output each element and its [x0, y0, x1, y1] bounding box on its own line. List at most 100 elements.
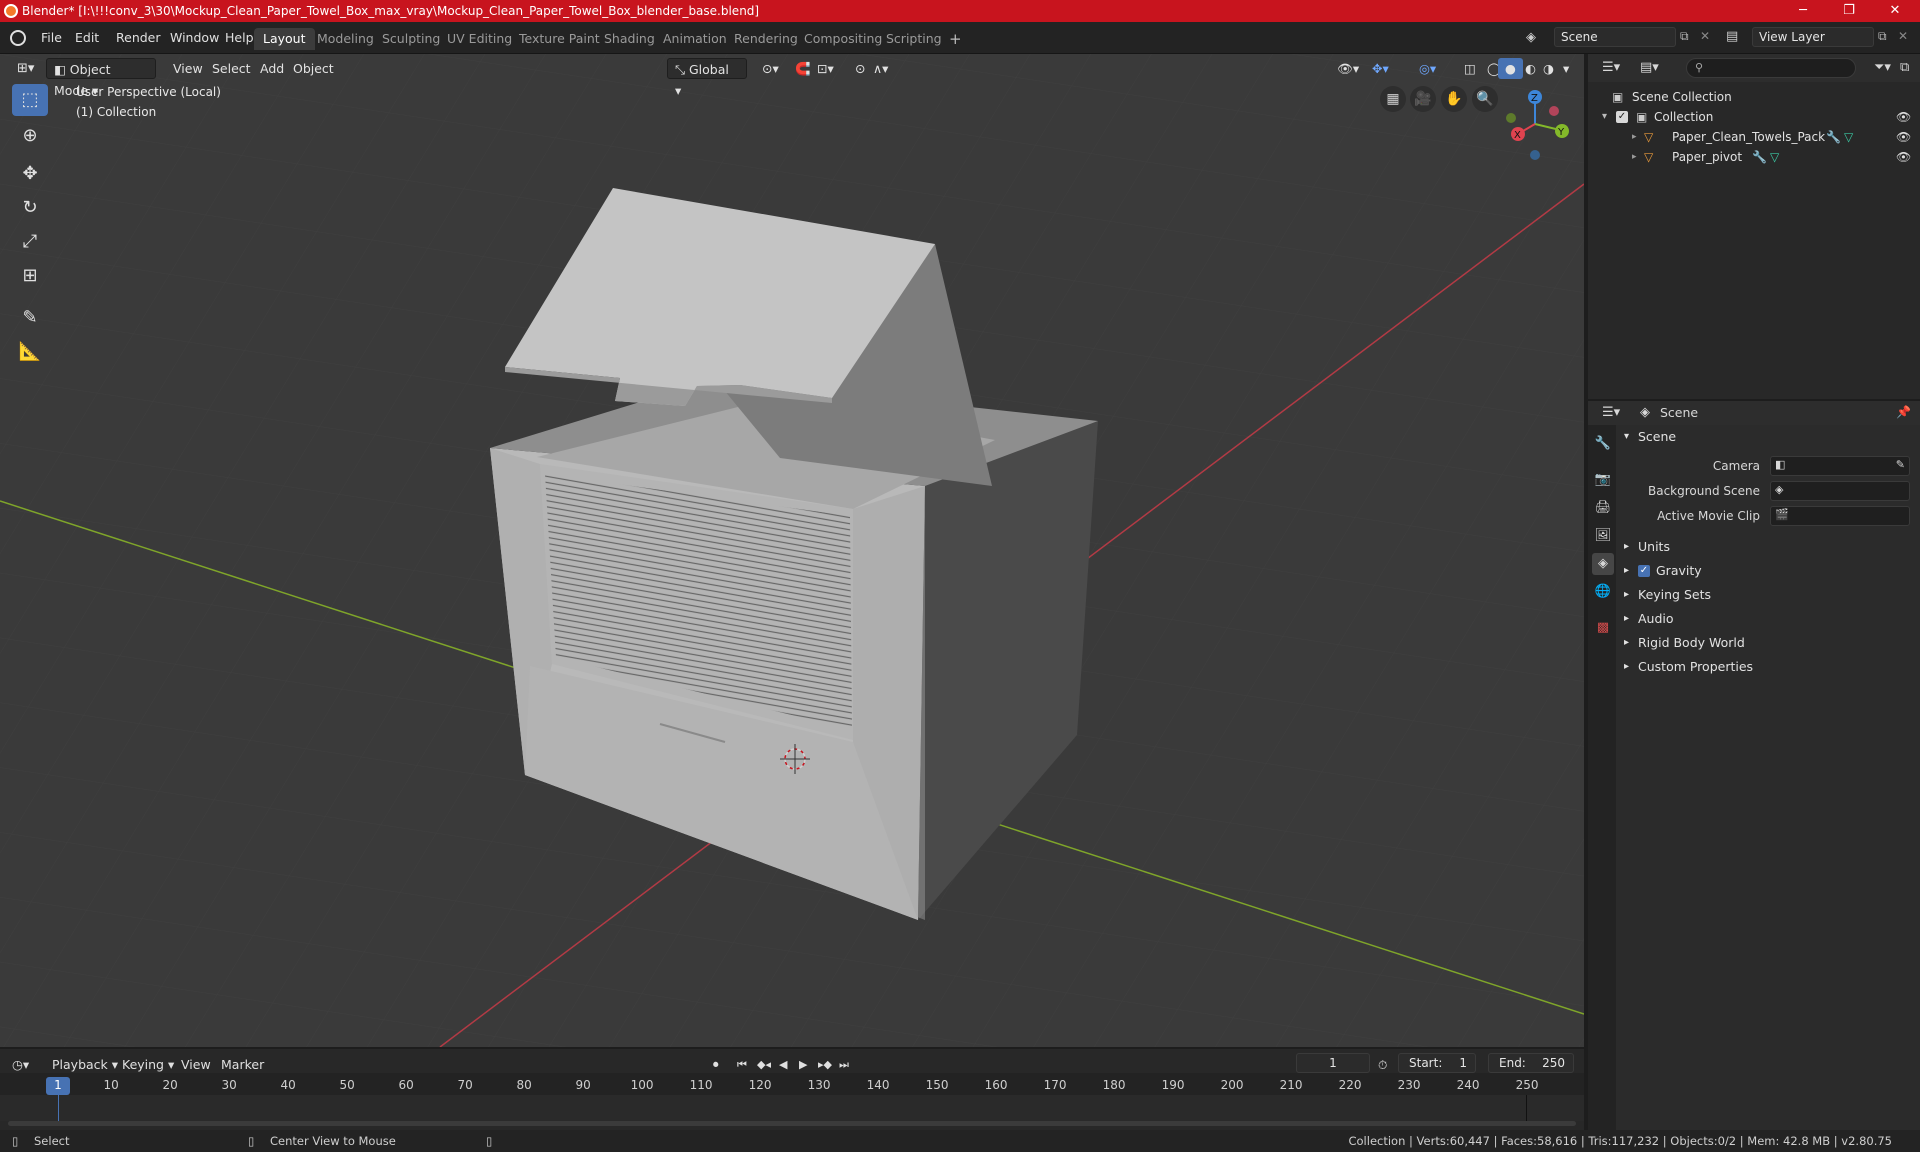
outliner-row-object[interactable]: ▸ ▽ Paper_Clean_Towels_Pack 🔧 ▽ 👁 — [1588, 127, 1920, 147]
viewport-menu-object[interactable]: Object — [286, 58, 341, 79]
jump-start-icon[interactable]: ⏮ — [737, 1055, 747, 1075]
outliner-row-collection[interactable]: ▾ ✓ ▣ Collection 👁 — [1588, 107, 1920, 127]
scene-tab-icon[interactable]: ◈ — [1592, 553, 1614, 575]
modifier-wrench-icon[interactable]: 🔧 — [1752, 147, 1767, 167]
delete-view-layer-icon[interactable]: ✕ — [1898, 29, 1908, 43]
tool-tab-icon[interactable]: 🔧 — [1592, 433, 1614, 455]
annotate-tool-icon[interactable]: ✎ — [12, 302, 48, 334]
timeline-track-area[interactable] — [0, 1095, 1584, 1121]
minimize-button[interactable]: ─ — [1780, 0, 1826, 22]
mesh-data-icon[interactable]: ▽ — [1770, 147, 1779, 167]
xray-toggle-icon[interactable]: ◫ — [1457, 58, 1483, 79]
output-tab-icon[interactable]: 🖨 — [1592, 497, 1614, 519]
collapse-icon[interactable]: ▾ — [1602, 107, 1607, 127]
end-frame-field[interactable]: End: 250 — [1488, 1053, 1574, 1073]
active-movie-clip-field[interactable]: 🎬 — [1770, 506, 1910, 526]
scale-tool-icon[interactable]: ⤢ — [12, 226, 48, 258]
background-scene-field[interactable]: ◈ — [1770, 481, 1910, 501]
3d-viewport[interactable]: Z Y X — [0, 54, 1584, 1047]
stopwatch-icon[interactable]: ⏱ — [1378, 1055, 1387, 1075]
visibility-eye-icon[interactable]: 👁 — [1896, 107, 1911, 127]
custom-properties-panel-header[interactable]: ▸ Custom Properties — [1618, 655, 1918, 679]
menu-edit[interactable]: Edit — [68, 29, 106, 47]
menu-render[interactable]: Render — [109, 29, 168, 47]
editor-type-icon[interactable]: ⊞▾ — [10, 58, 41, 79]
mesh-data-icon[interactable]: ▽ — [1844, 127, 1853, 147]
view-layer-tab-icon[interactable]: 🖼 — [1592, 525, 1614, 547]
visibility-eye-icon[interactable]: 👁 — [1896, 147, 1911, 167]
play-reverse-icon[interactable]: ◀ — [779, 1055, 787, 1075]
delete-scene-icon[interactable]: ✕ — [1700, 29, 1710, 43]
view-layer-icon[interactable]: ▤ — [1726, 29, 1738, 44]
expand-icon[interactable]: ▸ — [1632, 127, 1637, 147]
view-layer-field[interactable]: View Layer — [1752, 27, 1874, 47]
record-button-icon[interactable]: ⏺ — [713, 1055, 719, 1075]
timeline-menu-playback[interactable]: Playback ▾ — [52, 1055, 118, 1075]
timeline-scrollbar[interactable] — [8, 1121, 1576, 1126]
toggle-perspective-icon[interactable]: ▦ — [1380, 86, 1406, 112]
audio-panel-header[interactable]: ▸ Audio — [1618, 607, 1918, 631]
timeline-menu-keying[interactable]: Keying ▾ — [122, 1055, 174, 1075]
new-collection-icon[interactable]: ⧉ — [1900, 60, 1909, 75]
collection-checkbox[interactable]: ✓ — [1616, 111, 1628, 123]
texture-tab-icon[interactable]: ▩ — [1592, 617, 1614, 639]
play-icon[interactable]: ▶ — [799, 1055, 807, 1075]
overlay-toggle-icon[interactable]: ◎▾ — [1412, 58, 1443, 79]
filter-icon[interactable]: ⏷▾ — [1874, 60, 1891, 75]
rigid-body-world-panel-header[interactable]: ▸ Rigid Body World — [1618, 631, 1918, 655]
object-mode-dropdown[interactable]: ◧ Object Mode ▾ — [46, 58, 156, 98]
next-keyframe-icon[interactable]: ▸◆ — [818, 1055, 832, 1075]
prev-keyframe-icon[interactable]: ◆◂ — [757, 1055, 771, 1075]
camera-view-icon[interactable]: 🎥 — [1410, 86, 1436, 112]
transform-tool-icon[interactable]: ⊞ — [12, 260, 48, 292]
timeline-menu-marker[interactable]: Marker — [221, 1055, 264, 1075]
world-tab-icon[interactable]: 🌐 — [1592, 581, 1614, 603]
viewport-menu-select[interactable]: Select — [205, 58, 258, 79]
transform-orientation-dropdown[interactable]: ⤡ Global ▾ — [667, 58, 747, 98]
viewport-menu-view[interactable]: View — [166, 58, 210, 79]
properties-editor-type-icon[interactable]: ☰▾ — [1602, 405, 1620, 420]
jump-end-icon[interactable]: ⏭ — [839, 1055, 849, 1075]
pan-view-icon[interactable]: ✋ — [1441, 86, 1467, 112]
tab-layout[interactable]: Layout — [254, 28, 315, 50]
outliner-editor-type-icon[interactable]: ☰▾ — [1602, 60, 1620, 75]
outliner-search-input[interactable]: ⚲ — [1686, 58, 1856, 78]
gravity-panel-header[interactable]: ▸ ✓ Gravity — [1618, 559, 1918, 583]
measure-tool-icon[interactable]: 📐 — [12, 336, 48, 368]
camera-field[interactable]: ◧ ✎ — [1770, 456, 1910, 476]
keying-sets-panel-header[interactable]: ▸ Keying Sets — [1618, 583, 1918, 607]
modifier-wrench-icon[interactable]: 🔧 — [1826, 127, 1841, 147]
proportional-falloff-icon[interactable]: ∧▾ — [866, 58, 895, 79]
move-tool-icon[interactable]: ✥ — [12, 158, 48, 190]
render-tab-icon[interactable]: 📷 — [1592, 469, 1614, 491]
outliner-row-scene-collection[interactable]: ▣ Scene Collection — [1588, 87, 1920, 107]
timeline-menu-view[interactable]: View — [181, 1055, 211, 1075]
zoom-view-icon[interactable]: 🔍 — [1472, 86, 1498, 112]
expand-icon[interactable]: ▸ — [1632, 147, 1637, 167]
display-mode-icon[interactable]: ▤▾ — [1640, 60, 1659, 75]
tab-texture-paint[interactable]: Texture Paint — [510, 28, 609, 50]
menu-window[interactable]: Window — [163, 29, 226, 47]
snap-target-icon[interactable]: ⊡▾ — [810, 58, 841, 79]
new-scene-icon[interactable]: ⧉ — [1680, 29, 1689, 44]
blender-menu-icon[interactable] — [10, 30, 26, 46]
eyedropper-icon[interactable]: ✎ — [1896, 458, 1905, 471]
gravity-checkbox[interactable]: ✓ — [1638, 565, 1650, 577]
tab-animation[interactable]: Animation — [654, 28, 736, 50]
tab-modeling[interactable]: Modeling — [308, 28, 383, 50]
add-workspace-button[interactable]: + — [940, 28, 971, 50]
scene-panel-header[interactable]: ▾ Scene — [1618, 425, 1918, 449]
gizmo-toggle-icon[interactable]: ✥▾ — [1365, 58, 1396, 79]
scene-selector-icon[interactable]: ◈ — [1526, 30, 1548, 48]
select-box-tool-icon[interactable]: ⬚ — [12, 84, 48, 116]
cursor-tool-icon[interactable]: ⊕ — [12, 120, 48, 152]
start-frame-field[interactable]: Start: 1 — [1398, 1053, 1476, 1073]
shading-options-icon[interactable]: ▾ — [1556, 58, 1576, 79]
outliner-row-object[interactable]: ▸ ▽ Paper_pivot 🔧 ▽ 👁 — [1588, 147, 1920, 167]
pivot-point-icon[interactable]: ⊙▾ — [755, 58, 786, 79]
maximize-button[interactable]: ❐ — [1826, 0, 1872, 22]
visibility-eye-icon[interactable]: 👁 — [1896, 127, 1911, 147]
menu-file[interactable]: File — [34, 29, 69, 47]
pin-icon[interactable]: 📌 — [1896, 405, 1911, 419]
close-button[interactable]: ✕ — [1872, 0, 1918, 22]
